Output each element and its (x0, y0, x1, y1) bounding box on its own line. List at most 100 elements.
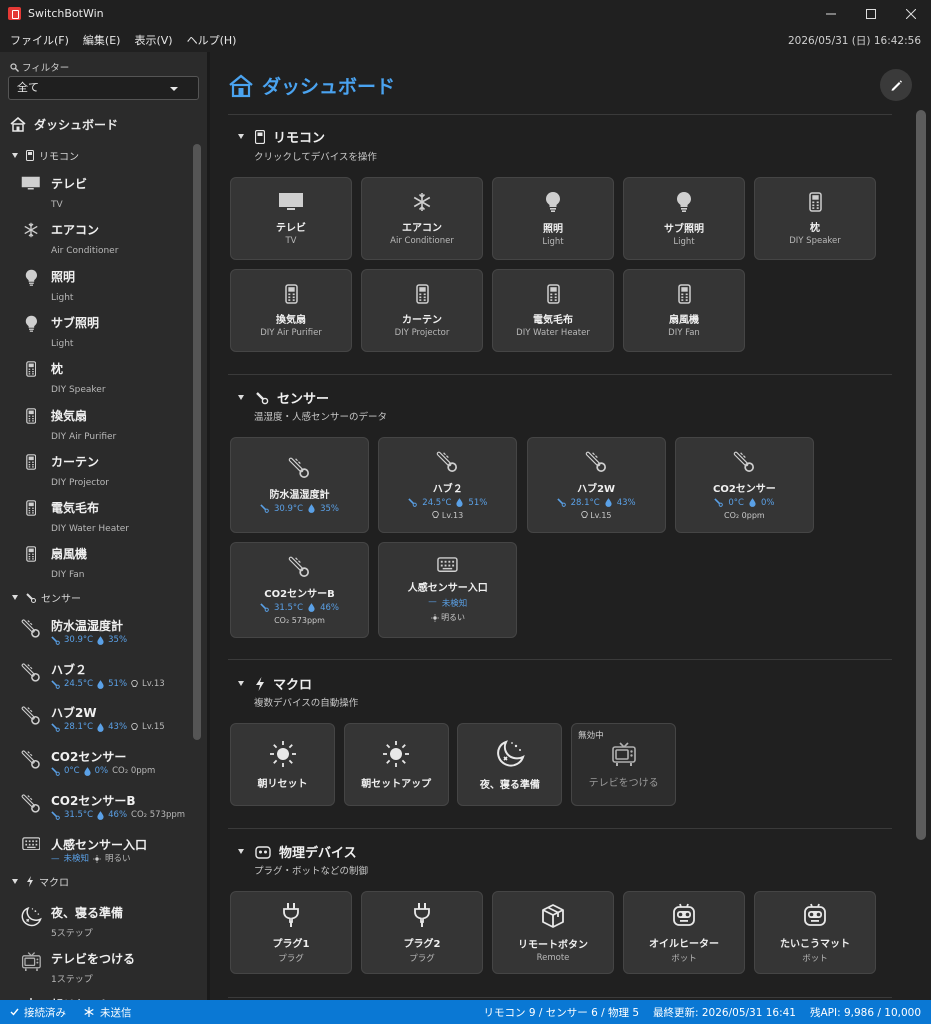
sidebar-item-sensor[interactable]: ハブ2W 28.1°C 43% Lv.15 (20, 702, 165, 734)
remote-card[interactable]: 枕 DIY Speaker (754, 177, 876, 260)
sidebar-group-remote[interactable]: リモコン (12, 148, 79, 163)
remote-card[interactable]: 照明 Light (492, 177, 614, 260)
remote-card[interactable]: エアコン Air Conditioner (361, 177, 483, 260)
thermometer-icon (20, 705, 42, 726)
filter-dropdown[interactable]: 全て (8, 76, 199, 100)
macro-card[interactable]: 無効中 テレビをつける (571, 723, 677, 806)
macro-card[interactable]: 朝セットアップ (343, 723, 449, 806)
sensor-card[interactable]: 防水温湿度計 30.9°C 35% (230, 437, 369, 533)
humidity-value: 35% (108, 635, 128, 645)
sidebar-item-name: テレビ (51, 177, 88, 191)
sensor-card[interactable]: CO2センサー 0°C 0% CO₂ 0ppm (674, 437, 814, 533)
menu-edit[interactable]: 編集(E) (83, 32, 121, 48)
sidebar-item-remote[interactable]: 換気扇 DIY Air Purifier (20, 405, 116, 444)
motion-value: 未検知 (441, 599, 468, 610)
edit-button[interactable] (880, 69, 912, 101)
pencil-icon (890, 79, 902, 91)
macro-card[interactable]: 夜、寝る準備 (457, 723, 563, 806)
remote-card[interactable]: 電気毛布 DIY Water Heater (492, 269, 614, 352)
card-sub: プラグ (409, 953, 435, 964)
close-button[interactable] (891, 0, 931, 27)
thermometer-icon (436, 450, 459, 473)
card-name: 枕 (810, 222, 820, 234)
sidebar-item-sensor[interactable]: ハブ２ 24.5°C 51% Lv.13 (20, 659, 165, 691)
sidebar-item-remote[interactable]: サブ照明 Light (20, 312, 99, 351)
menu-help[interactable]: ヘルプ(H) (187, 32, 237, 48)
section-header-sensor[interactable]: センサー (238, 388, 329, 407)
macro-card[interactable]: 朝リセット (230, 723, 335, 806)
section-subtitle: 複数デバイスの自動操作 (254, 698, 359, 709)
section-header-macro[interactable]: マクロ (238, 674, 312, 693)
physical-device-card[interactable]: プラグ1 プラグ (230, 891, 352, 974)
remote-icon (20, 546, 42, 563)
maximize-button[interactable] (851, 0, 891, 27)
sidebar-item-name: ハブ2W (51, 706, 97, 721)
remote-card[interactable]: サブ照明 Light (623, 177, 745, 260)
page-title-text: ダッシュボード (262, 76, 396, 98)
thermometer-icon (20, 618, 42, 638)
sidebar-item-remote[interactable]: 枕 DIY Speaker (20, 358, 106, 397)
sidebar-item-name: サブ照明 (51, 315, 100, 330)
section-header-remote[interactable]: リモコン (238, 127, 325, 146)
section-subtitle: クリックしてデバイスを操作 (254, 152, 377, 163)
physical-device-card[interactable]: オイルヒーター ボット (623, 891, 745, 974)
sidebar-group-macro[interactable]: マクロ (12, 874, 69, 889)
bulb-icon (545, 191, 561, 213)
card-name: サブ照明 (664, 223, 704, 235)
sidebar-item-name: ハブ２ (51, 662, 88, 677)
sidebar-group-sensor[interactable]: センサー (12, 590, 81, 605)
sidebar-item-remote[interactable]: テレビ TV (20, 173, 87, 212)
sensor-card[interactable]: 人感センサー入口 — 未検知 明るい (378, 542, 518, 638)
remote-card[interactable]: 扇風機 DIY Fan (623, 269, 745, 352)
tv-retro-icon (20, 951, 42, 972)
sensor-card[interactable]: ハブ2W 28.1°C 43% Lv.15 (526, 437, 666, 533)
sidebar-item-remote[interactable]: 照明 Light (20, 266, 75, 305)
remote-card[interactable]: カーテン DIY Projector (361, 269, 483, 352)
bulb-icon (432, 510, 440, 520)
sidebar-item-dashboard[interactable]: ダッシュボード (10, 116, 118, 133)
status-unsent: 未送信 (100, 1006, 132, 1019)
card-name: リモートボタン (518, 939, 588, 951)
app-icon (8, 7, 21, 20)
sidebar-item-sensor[interactable]: CO2センサーB 31.5°C 46% CO₂ 573ppm (20, 790, 185, 822)
moon-icon (20, 905, 42, 929)
remote-icon (677, 283, 691, 304)
remote-card[interactable]: 換気扇 DIY Air Purifier (230, 269, 352, 352)
thermometer-icon (51, 767, 60, 776)
remote-card[interactable]: テレビ TV (230, 177, 352, 260)
card-name: 照明 (543, 223, 563, 235)
main-panel: ダッシュボード リモコン クリックしてデバイスを操作 テレビ TV エアコン Air… (210, 52, 931, 1000)
sidebar-item-sensor[interactable]: 防水温湿度計 30.9°C 35% (20, 615, 127, 647)
section-header-physical[interactable]: 物理デバイス (238, 842, 357, 861)
search-icon (10, 62, 19, 72)
sensor-card[interactable]: ハブ２ 24.5°C 51% Lv.13 (378, 437, 518, 533)
sidebar-scrollbar[interactable] (193, 144, 201, 740)
sidebar-item-name: 電気毛布 (51, 501, 100, 516)
minimize-button[interactable] (811, 0, 851, 27)
section-title: マクロ (273, 678, 313, 693)
sidebar-item-remote[interactable]: 電気毛布 DIY Water Heater (20, 497, 129, 536)
card-name: エアコン (402, 222, 442, 234)
physical-device-card[interactable]: たいこうマット ボット (754, 891, 876, 974)
sidebar-item-macro[interactable]: 夜、寝る準備 5ステップ (20, 902, 123, 941)
sidebar-item-macro[interactable]: テレビをつける 1ステップ (20, 948, 135, 987)
physical-device-card[interactable]: プラグ2 プラグ (361, 891, 483, 974)
sidebar-item-sub: DIY Fan (51, 570, 85, 581)
sun-icon (430, 613, 439, 622)
temperature-value: 28.1°C (570, 497, 600, 508)
menu-view[interactable]: 表示(V) (134, 32, 172, 48)
card-sub: Light (542, 236, 564, 247)
physical-device-card[interactable]: リモートボタン Remote (492, 891, 614, 974)
sensor-card[interactable]: CO2センサーB 31.5°C 46% CO₂ 573ppm (230, 542, 369, 638)
sidebar-item-remote[interactable]: カーテン DIY Projector (20, 451, 109, 490)
remote-icon (20, 407, 42, 424)
sidebar-item-sensor[interactable]: CO2センサー 0°C 0% CO₂ 0ppm (20, 746, 155, 778)
card-name: たいこうマット (780, 938, 850, 950)
card-sub: DIY Projector (394, 327, 450, 338)
humidity-value: 35% (320, 503, 340, 514)
sidebar-item-sensor[interactable]: 人感センサー入口 — 未検知 明るい (20, 834, 147, 866)
menu-file[interactable]: ファイル(F) (10, 32, 69, 48)
sidebar-item-remote[interactable]: エアコン Air Conditioner (20, 219, 118, 258)
main-scrollbar[interactable] (916, 110, 926, 840)
sidebar-item-remote[interactable]: 扇風機 DIY Fan (20, 543, 87, 582)
